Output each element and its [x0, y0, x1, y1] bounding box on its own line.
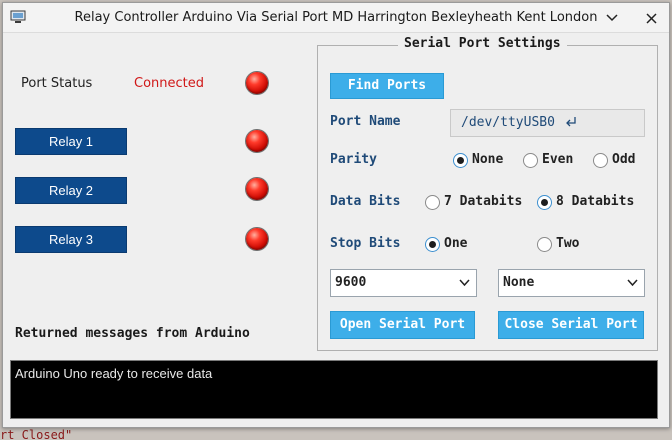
port-status-led	[246, 72, 268, 94]
parity-even-radio[interactable]: Even	[523, 152, 573, 168]
serial-settings-title: Serial Port Settings	[398, 36, 567, 51]
radio-indicator	[425, 236, 440, 252]
console-text: Arduino Uno ready to receive data	[15, 366, 213, 381]
close-button[interactable]	[641, 8, 661, 28]
port-status-value: Connected	[134, 76, 205, 91]
close-serial-port-button[interactable]: Close Serial Port	[498, 311, 644, 339]
radio-indicator	[593, 152, 608, 168]
stop-bits-two-label: Two	[556, 236, 580, 251]
minimize-button[interactable]	[602, 8, 622, 28]
parity-none-label: None	[472, 152, 504, 167]
chevron-down-icon	[606, 14, 618, 22]
stop-bits-two-radio[interactable]: Two	[537, 236, 579, 252]
baud-rate-select[interactable]: 9600	[330, 269, 477, 297]
port-name-label: Port Name	[330, 114, 401, 129]
relay-1-led	[246, 130, 268, 152]
relay-3-led	[246, 228, 268, 250]
close-icon	[645, 12, 657, 24]
chevron-down-icon	[459, 279, 470, 287]
relay-2-led	[246, 178, 268, 200]
parity-even-label: Even	[542, 152, 574, 167]
chevron-down-icon	[627, 279, 638, 287]
stop-bits-one-radio[interactable]: One	[425, 236, 467, 252]
find-ports-button[interactable]: Find Ports	[330, 73, 444, 99]
message-console[interactable]: Arduino Uno ready to receive data	[10, 360, 658, 419]
window-title: Relay Controller Arduino Via Serial Port…	[74, 10, 598, 25]
radio-indicator	[425, 194, 440, 210]
open-serial-port-button[interactable]: Open Serial Port	[330, 311, 475, 339]
stop-bits-label: Stop Bits	[330, 236, 401, 251]
port-status-label: Port Status	[21, 76, 93, 91]
relay-1-button[interactable]: Relay 1	[15, 128, 127, 155]
data-bits-8-radio[interactable]: 8 Databits	[537, 194, 634, 210]
parity-label: Parity	[330, 152, 377, 167]
relay-3-button[interactable]: Relay 3	[15, 226, 127, 253]
port-name-value: /dev/ttyUSB0	[461, 115, 555, 130]
title-bar[interactable]: Relay Controller Arduino Via Serial Port…	[3, 3, 669, 33]
return-arrow-icon	[565, 117, 576, 127]
data-bits-8-label: 8 Databits	[556, 194, 635, 209]
flow-control-select[interactable]: None	[498, 269, 645, 297]
baud-rate-value: 9600	[335, 275, 367, 290]
data-bits-label: Data Bits	[330, 194, 401, 209]
data-bits-7-label: 7 Databits	[444, 194, 523, 209]
relay-2-button[interactable]: Relay 2	[15, 177, 127, 204]
parity-none-radio[interactable]: None	[453, 152, 503, 168]
background-code-text: rt Closed"	[0, 428, 73, 440]
parity-odd-label: Odd	[612, 152, 636, 167]
parity-odd-radio[interactable]: Odd	[593, 152, 635, 168]
data-bits-7-radio[interactable]: 7 Databits	[425, 194, 522, 210]
stop-bits-one-label: One	[444, 236, 468, 251]
radio-indicator	[453, 152, 468, 168]
flow-control-value: None	[503, 275, 535, 290]
port-name-field[interactable]: /dev/ttyUSB0	[450, 109, 645, 137]
radio-indicator	[537, 236, 552, 252]
returned-messages-label: Returned messages from Arduino	[15, 326, 250, 341]
radio-indicator	[523, 152, 538, 168]
radio-indicator	[537, 194, 552, 210]
